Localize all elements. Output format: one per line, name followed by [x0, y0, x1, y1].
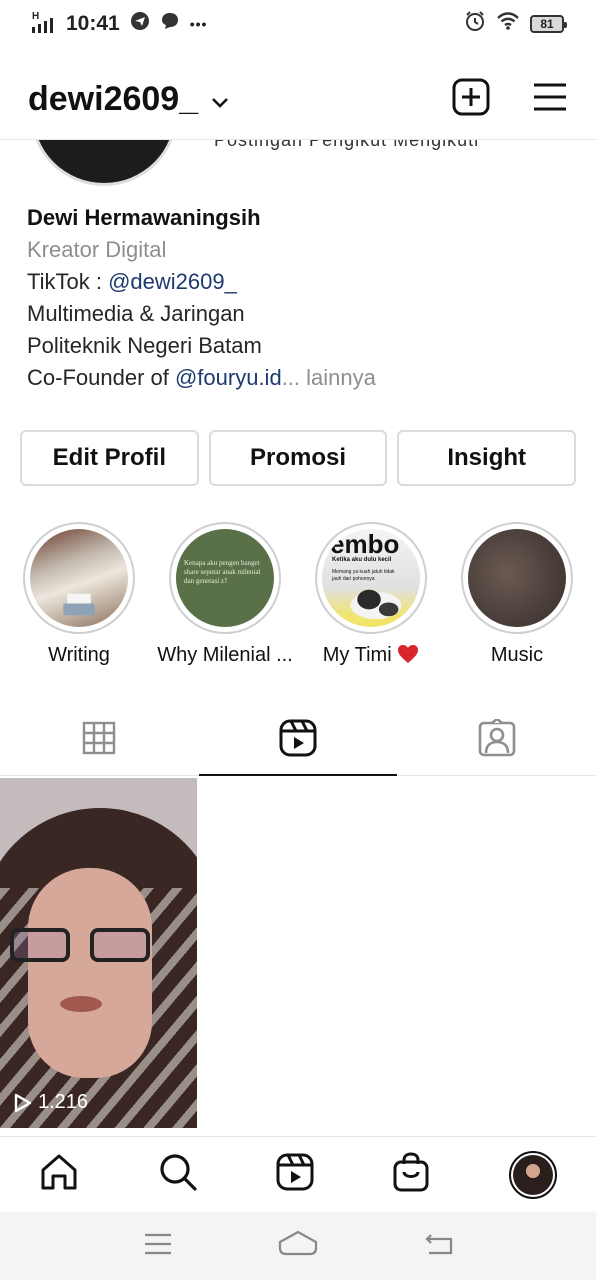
insights-button[interactable]: Insight [397, 430, 577, 486]
profile-avatar-image [512, 1154, 553, 1195]
bio-tiktok-line: TikTok : @dewi2609_ [27, 266, 376, 298]
bio-tiktok-prefix: TikTok : [27, 269, 109, 294]
reel-view-count: 1.216 [14, 1091, 88, 1114]
reel-image-mouth [60, 996, 102, 1012]
highlight-cover-my-timi: embo Ketika aku dulu kecil Memang ya kua… [322, 529, 420, 627]
highlight-ring: Kenapa aku pengen banget share seputar a… [169, 522, 281, 634]
bio-more-link[interactable]: lainnya [306, 365, 376, 390]
highlight-why-milenial[interactable]: Kenapa aku pengen banget share seputar a… [157, 522, 293, 667]
bio-line: Multimedia & Jaringan [27, 301, 245, 326]
wifi-icon [496, 11, 520, 37]
profile-category: Kreator Digital [27, 237, 167, 262]
reels-icon[interactable] [276, 1153, 314, 1196]
signal-icon: H [32, 11, 56, 33]
reel-image-face [28, 868, 152, 1078]
highlight-ring [461, 522, 573, 634]
highlight-cover-text: Kenapa aku pengen banget share seputar a… [184, 559, 261, 585]
bio-cofounder-line: Co-Founder of @fouryu.id... lainnya [27, 362, 376, 394]
shop-icon[interactable] [392, 1152, 430, 1197]
battery-icon: 81 [530, 15, 567, 33]
promote-button[interactable]: Promosi [208, 430, 388, 486]
highlight-ring: embo Ketika aku dulu kecil Memang ya kua… [315, 522, 427, 634]
profile-bio: Dewi Hermawaningsih Kreator Digital TikT… [27, 202, 376, 394]
play-icon [14, 1093, 32, 1112]
highlight-label: Why Milenial ... [157, 644, 293, 666]
tab-reels[interactable] [198, 700, 398, 776]
bio-ellipsis: ... [281, 365, 301, 390]
account-switcher[interactable]: dewi2609_ [28, 80, 230, 119]
home-icon[interactable] [278, 1230, 318, 1263]
chat-bubble-icon [160, 11, 180, 37]
edit-profile-button[interactable]: Edit Profil [20, 430, 199, 486]
typewriter-icon [63, 593, 95, 616]
status-time: 10:41 [66, 12, 120, 35]
grid-icon [83, 721, 116, 754]
profile-name: Dewi Hermawaningsih [27, 205, 261, 230]
highlight-label: Writing [48, 644, 110, 666]
highlight-cover-writing [30, 529, 128, 627]
profile-actions: Edit Profil Promosi Insight [20, 430, 577, 486]
profile-avatar[interactable] [508, 1150, 557, 1199]
bio-line: Politeknik Negeri Batam [27, 333, 262, 358]
menu-icon[interactable] [532, 82, 568, 117]
back-icon[interactable] [423, 1232, 453, 1261]
tab-tagged[interactable] [397, 700, 596, 775]
bio-tiktok-link[interactable]: @dewi2609_ [108, 269, 237, 294]
highlight-label: Music [490, 644, 544, 666]
bottom-navigation [0, 1136, 596, 1212]
new-post-icon[interactable] [452, 78, 490, 121]
search-icon[interactable] [158, 1152, 198, 1197]
heart-icon [397, 644, 419, 666]
story-highlights: Writing Kenapa aku pengen banget share s… [0, 522, 596, 667]
highlight-music[interactable]: Music [452, 522, 582, 667]
highlight-cover-why-milenial: Kenapa aku pengen banget share seputar a… [176, 529, 274, 627]
more-dots: ••• [189, 16, 208, 32]
header-actions [452, 78, 568, 121]
tagged-icon [478, 718, 515, 756]
profile-content-tabs [0, 700, 596, 776]
battery-level: 81 [540, 17, 554, 31]
alarm-icon [464, 10, 486, 38]
home-icon[interactable] [39, 1152, 79, 1197]
reel-image-glasses [10, 928, 70, 962]
highlight-my-timi[interactable]: embo Ketika aku dulu kecil Memang ya kua… [306, 522, 436, 667]
reel-image-glasses [90, 928, 150, 962]
system-navigation [0, 1212, 596, 1280]
highlight-ring [23, 522, 135, 634]
chevron-down-icon [210, 80, 230, 119]
username: dewi2609_ [28, 80, 199, 118]
bio-cofounder-link[interactable]: @fouryu.id [175, 365, 282, 390]
recents-icon[interactable] [143, 1232, 173, 1261]
status-bar-right: 81 [464, 10, 567, 38]
bio-cofounder-prefix: Co-Founder of [27, 365, 175, 390]
tab-posts-grid[interactable] [0, 700, 199, 775]
highlight-cover-music [468, 529, 566, 627]
status-bar-left: H 10:41 ••• [32, 11, 207, 37]
highlight-writing[interactable]: Writing [14, 522, 144, 667]
highlight-label: My Timi [323, 644, 419, 667]
reel-thumbnail[interactable]: 1.216 [0, 778, 197, 1128]
reels-icon [279, 719, 317, 756]
status-bar: H 10:41 ••• 81 [0, 0, 596, 48]
highlight-label-text: My Timi [322, 644, 392, 666]
reel-views: 1.216 [38, 1091, 89, 1113]
profile-header: dewi2609_ [0, 60, 596, 140]
cat-photo [350, 589, 402, 620]
telegram-icon [130, 11, 150, 37]
